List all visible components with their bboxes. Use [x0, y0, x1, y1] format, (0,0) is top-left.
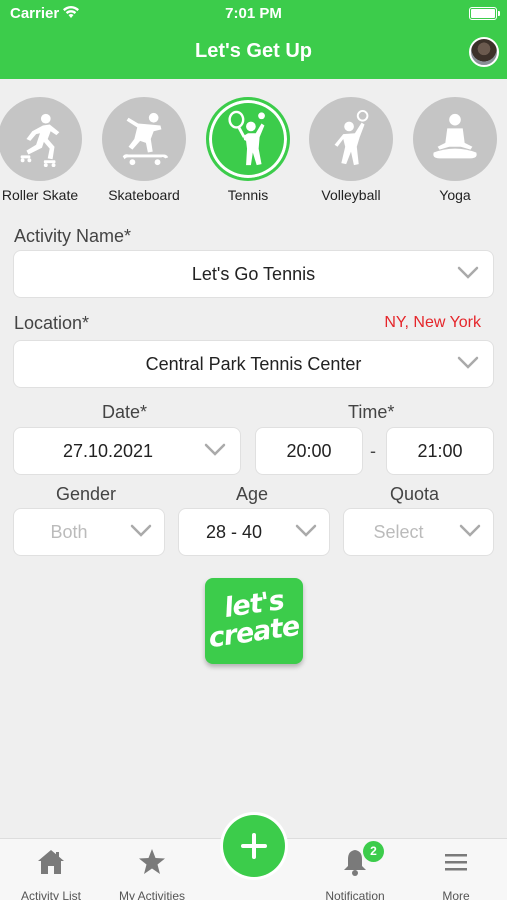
- age-label: Age: [236, 484, 269, 504]
- status-bar: Carrier 7:01 PM: [0, 0, 507, 28]
- activity-label: Yoga: [439, 187, 471, 203]
- tab-label: Notification: [325, 889, 385, 900]
- yoga-icon: [413, 97, 497, 181]
- tab-label: My Activities: [118, 889, 185, 900]
- battery-icon: [469, 7, 500, 20]
- lets-create-button[interactable]: let's create: [205, 578, 303, 664]
- age-select[interactable]: 28 - 40: [178, 508, 330, 556]
- quota-label: Quota: [390, 484, 440, 504]
- activity-name-value: Let's Go Tennis: [191, 263, 316, 284]
- location-city: NY, New York: [384, 314, 481, 331]
- volleyball-icon: [309, 97, 393, 181]
- activity-volleyball[interactable]: Volleyball: [299, 97, 403, 203]
- start-time-picker[interactable]: 20:00: [255, 427, 363, 475]
- skateboard-icon: [102, 97, 186, 181]
- gender-select[interactable]: Both: [13, 508, 165, 556]
- activity-label: Tennis: [227, 187, 269, 203]
- gender-label: Gender: [56, 484, 117, 504]
- plus-icon: [241, 833, 267, 859]
- tab-label: Activity List: [20, 889, 81, 900]
- date-picker[interactable]: 27.10.2021: [13, 427, 241, 475]
- chevron-down-icon: [459, 524, 481, 537]
- activity-skateboard[interactable]: Skateboard: [92, 97, 196, 203]
- chevron-down-icon: [457, 266, 479, 279]
- tab-notification[interactable]: Notification: [305, 847, 405, 900]
- tennis-icon: [206, 97, 290, 181]
- add-activity-button[interactable]: [220, 812, 288, 880]
- menu-icon: [445, 854, 467, 871]
- quota-select[interactable]: Select: [343, 508, 494, 556]
- tab-my-activities[interactable]: My Activities: [102, 847, 202, 900]
- home-icon: [38, 850, 64, 874]
- activity-name-select[interactable]: Let's Go Tennis: [13, 250, 494, 298]
- time-label: Time*: [348, 402, 395, 422]
- activity-name-label: Activity Name*: [14, 226, 132, 246]
- activity-label: Volleyball: [321, 187, 381, 203]
- activity-label: Skateboard: [108, 187, 180, 203]
- notification-badge: 2: [363, 841, 384, 862]
- chevron-down-icon: [295, 524, 317, 537]
- date-label: Date*: [102, 402, 148, 422]
- location-label: Location*: [14, 313, 90, 333]
- end-time-picker[interactable]: 21:00: [386, 427, 494, 475]
- profile-avatar[interactable]: [469, 37, 499, 67]
- activity-roller-skate[interactable]: Roller Skate: [0, 97, 92, 203]
- activity-yoga[interactable]: Yoga: [403, 97, 507, 203]
- tab-activity-list[interactable]: Activity List: [1, 847, 101, 900]
- tab-label: More: [442, 889, 470, 900]
- status-time: 7:01 PM: [225, 5, 282, 22]
- chevron-down-icon: [457, 356, 479, 369]
- roller-skate-icon: [0, 97, 82, 181]
- chevron-down-icon: [204, 443, 226, 456]
- activity-tennis[interactable]: Tennis: [196, 97, 300, 203]
- start-time-value: 20:00: [286, 440, 332, 461]
- activity-label: Roller Skate: [1, 187, 79, 203]
- activity-picker[interactable]: Roller Skate Skateboard Tennis Volleybal…: [0, 79, 507, 211]
- star-icon: [139, 849, 165, 874]
- location-select[interactable]: Central Park Tennis Center: [13, 340, 494, 388]
- chevron-down-icon: [130, 524, 152, 537]
- tab-more[interactable]: More: [406, 847, 506, 900]
- time-separator: -: [370, 441, 376, 461]
- page-title: Let's Get Up: [195, 40, 312, 62]
- navigation-bar: Carrier 7:01 PM Let's Get Up: [0, 0, 507, 79]
- location-value: Central Park Tennis Center: [145, 353, 362, 374]
- end-time-value: 21:00: [417, 440, 463, 461]
